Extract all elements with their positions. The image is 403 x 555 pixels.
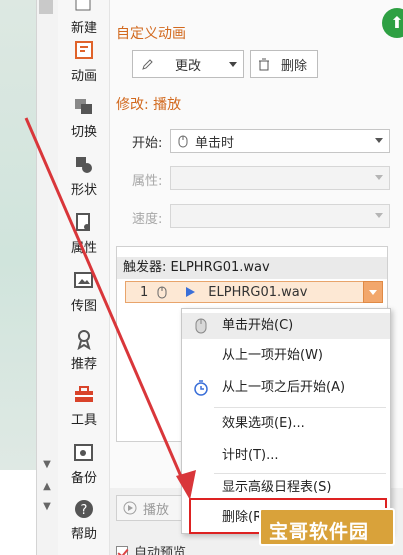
animation-icon bbox=[75, 41, 93, 59]
autopreview-check-icon[interactable] bbox=[116, 545, 128, 555]
change-button-label: 更改 bbox=[175, 58, 202, 74]
delete-effect-label: 删除 bbox=[281, 58, 308, 74]
list-item-name: ELPHRG01.wav bbox=[208, 284, 308, 300]
toolbar-transition-label: 切换 bbox=[70, 125, 97, 140]
menu-item-after-previous[interactable]: 从上一项之后开始(A) bbox=[182, 375, 390, 401]
toolbar-backup-label: 备份 bbox=[70, 471, 97, 486]
menu-item-with-previous[interactable]: 从上一项开始(W) bbox=[182, 343, 390, 369]
start-label: 开始: bbox=[132, 136, 163, 151]
custom-animation-title: 自定义动画 bbox=[116, 26, 186, 42]
menu-item-timing[interactable]: 计时(T)... bbox=[182, 443, 390, 469]
scroll-down-arrow-icon[interactable]: ▼ bbox=[39, 458, 55, 472]
backup-icon bbox=[74, 444, 93, 461]
watermark-logo: 宝哥软件园 bbox=[259, 508, 395, 546]
property-label: 属性: bbox=[132, 174, 163, 189]
mouse-click-icon bbox=[157, 286, 167, 299]
list-item-dropdown-button[interactable] bbox=[363, 281, 383, 303]
change-dropdown-arrow-icon bbox=[229, 61, 237, 67]
trigger-header: 触发器: ELPHRG01.wav bbox=[117, 257, 387, 279]
upload-image-icon bbox=[74, 272, 93, 288]
menu-item-start-on-click[interactable]: 单击开始(C) bbox=[182, 313, 390, 339]
toolbar-new-label: 新建 bbox=[70, 21, 97, 36]
thumbnail-lower-area bbox=[0, 470, 36, 555]
tools-icon bbox=[75, 386, 93, 402]
slide-thumbnail-strip bbox=[0, 0, 40, 555]
menu-item-effect-options[interactable]: 效果选项(E)... bbox=[182, 411, 390, 437]
play-button-label: 播放 bbox=[143, 502, 170, 518]
autopreview-label: 自动预览 bbox=[134, 546, 187, 555]
toolbar-recommend[interactable]: 推荐 bbox=[58, 328, 110, 386]
toolbar-upload-image-label: 传图 bbox=[70, 299, 97, 314]
vertical-toolbar: 新建 动画 切换 形状 属性 传图 推荐 工具 备份 ? 帮助 bbox=[58, 0, 110, 555]
help-icon: ? bbox=[75, 500, 93, 518]
toolbar-help[interactable]: ? 帮助 bbox=[58, 498, 110, 555]
mouse-click-icon bbox=[178, 135, 188, 148]
property-select[interactable] bbox=[170, 166, 390, 190]
animation-list-item[interactable]: 1 ELPHRG01.wav bbox=[125, 281, 383, 303]
mouse-click-icon bbox=[195, 318, 207, 334]
scroll-thumb[interactable] bbox=[39, 0, 53, 14]
toolbar-tools-label: 工具 bbox=[70, 413, 97, 428]
start-select[interactable]: 单击时 bbox=[170, 129, 390, 153]
menu-separator bbox=[214, 407, 386, 408]
clock-icon bbox=[194, 380, 208, 396]
speed-dropdown-arrow-icon bbox=[375, 213, 383, 218]
scroll-up-double-arrow-icon[interactable]: ▲ bbox=[39, 480, 55, 494]
svg-text:?: ? bbox=[81, 503, 88, 518]
slide-thumbnail-background bbox=[0, 0, 36, 470]
new-slide-icon bbox=[75, 0, 91, 11]
speed-select[interactable] bbox=[170, 204, 390, 228]
shape-icon bbox=[76, 157, 92, 173]
toolbar-animation[interactable]: 动画 bbox=[58, 40, 110, 98]
transition-icon bbox=[75, 99, 92, 114]
menu-item-label: 效果选项(E)... bbox=[222, 416, 305, 431]
menu-item-label: 从上一项开始(W) bbox=[222, 348, 323, 363]
menu-item-label: 从上一项之后开始(A) bbox=[222, 380, 346, 395]
autopreview-checkbox[interactable]: 自动预览 bbox=[116, 542, 186, 555]
play-circle-icon bbox=[123, 501, 137, 515]
pencil-icon bbox=[142, 59, 153, 70]
properties-icon bbox=[76, 213, 90, 231]
toolbar-animation-label: 动画 bbox=[70, 69, 97, 84]
toolbar-properties-label: 属性 bbox=[70, 241, 97, 256]
toolbar-tools[interactable]: 工具 bbox=[58, 384, 110, 442]
toolbar-transition[interactable]: 切换 bbox=[58, 96, 110, 154]
toolbar-upload-image[interactable]: 传图 bbox=[58, 270, 110, 328]
menu-item-label: 计时(T)... bbox=[222, 448, 279, 463]
speed-label: 速度: bbox=[132, 212, 163, 227]
recommend-icon bbox=[77, 330, 91, 350]
trash-icon bbox=[259, 58, 269, 71]
watermark-text: 宝哥软件园 bbox=[269, 521, 370, 543]
property-dropdown-arrow-icon bbox=[375, 175, 383, 180]
play-button[interactable]: 播放 bbox=[116, 495, 182, 521]
change-button[interactable]: 更改 bbox=[132, 50, 244, 78]
thumbnail-scrollbar[interactable]: ▼ ▲ ▼ bbox=[36, 0, 58, 555]
toolbar-backup[interactable]: 备份 bbox=[58, 442, 110, 500]
toolbar-properties[interactable]: 属性 bbox=[58, 212, 110, 270]
modify-title: 修改: 播放 bbox=[116, 97, 182, 113]
list-item-index: 1 bbox=[140, 284, 149, 300]
delete-effect-button[interactable]: 删除 bbox=[250, 50, 318, 78]
menu-item-label: 单击开始(C) bbox=[222, 318, 294, 333]
play-triangle-icon bbox=[186, 287, 196, 297]
start-select-value: 单击时 bbox=[195, 135, 235, 151]
toolbar-shape-label: 形状 bbox=[70, 183, 97, 198]
menu-separator bbox=[214, 473, 386, 474]
toolbar-shape[interactable]: 形状 bbox=[58, 154, 110, 212]
scroll-down-double-arrow-icon[interactable]: ▼ bbox=[39, 500, 55, 514]
toolbar-help-label: 帮助 bbox=[70, 527, 97, 542]
toolbar-recommend-label: 推荐 bbox=[70, 357, 97, 372]
start-dropdown-arrow-icon bbox=[375, 138, 383, 143]
